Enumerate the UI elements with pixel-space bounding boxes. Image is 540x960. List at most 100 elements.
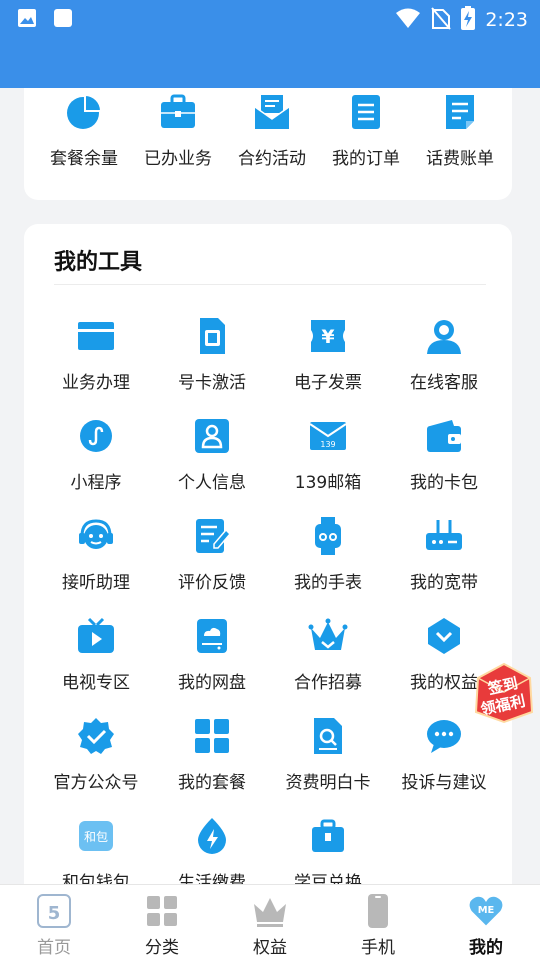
tool-online-service[interactable]: 在线客服 [386, 316, 502, 416]
search-doc-icon [308, 716, 348, 756]
tool-service-handling[interactable]: 业务办理 [38, 316, 154, 416]
tool-label: 电视专区 [62, 673, 130, 693]
shield-check-icon [424, 616, 464, 656]
svg-text:ME: ME [478, 905, 495, 916]
mini-program-icon [76, 416, 116, 456]
quick-access-card: 套餐余量 已办业务 合约活动 我的订单 话费账单 [24, 88, 512, 200]
tool-label: 生活缴费 [178, 873, 246, 884]
customer-service-icon [424, 316, 464, 356]
quick-item-phone-bill[interactable]: 话费账单 [414, 88, 506, 169]
tools-grid: 业务办理 号卡激活 ¥ 电子发票 在线客服 小程序 个人信息 139 139邮箱… [38, 316, 502, 884]
bottom-tab-bar: 5 首页 分类 权益 手机 ME 我的 [0, 884, 540, 960]
svg-text:¥: ¥ [321, 326, 334, 348]
tool-bean-exchange[interactable]: 学豆兑换 [270, 816, 386, 884]
call-assistant-icon [76, 516, 116, 556]
quick-item-label: 合约活动 [238, 149, 306, 169]
section-title: 我的工具 [54, 250, 143, 275]
tool-partner-recruit[interactable]: 合作招募 [270, 616, 386, 716]
status-bar: 2:23 [0, 0, 540, 88]
tool-life-payment[interactable]: 生活缴费 [154, 816, 270, 884]
tab-label: 首页 [37, 938, 71, 958]
quick-item-label: 套餐余量 [50, 149, 118, 169]
hebao-icon: 和包 [76, 816, 116, 856]
tool-label: 电子发票 [294, 373, 362, 393]
tab-label: 权益 [253, 938, 287, 958]
tool-label: 评价反馈 [178, 573, 246, 593]
home-5g-icon: 5 [36, 893, 72, 929]
sim-card-icon [192, 316, 232, 356]
tab-benefits[interactable]: 权益 [216, 885, 324, 960]
tab-phone[interactable]: 手机 [324, 885, 432, 960]
tab-home[interactable]: 5 首页 [0, 885, 108, 960]
me-heart-icon: ME [468, 893, 504, 929]
tool-139-mailbox[interactable]: 139 139邮箱 [270, 416, 386, 516]
tool-label: 139邮箱 [294, 473, 362, 493]
tool-personal-info[interactable]: 个人信息 [154, 416, 270, 516]
chat-bubble-icon [424, 716, 464, 756]
quick-item-contract-activity[interactable]: 合约活动 [226, 88, 318, 169]
quick-item-processed-business[interactable]: 已办业务 [132, 88, 224, 169]
tool-label: 和包钱包 [62, 873, 130, 884]
tool-label: 号卡激活 [178, 373, 246, 393]
tool-cloud-drive[interactable]: 我的网盘 [154, 616, 270, 716]
tool-card-wallet[interactable]: 我的卡包 [386, 416, 502, 516]
feedback-icon [192, 516, 232, 556]
tool-label: 我的手表 [294, 573, 362, 593]
tool-mini-program[interactable]: 小程序 [38, 416, 154, 516]
content-scroll-area[interactable]: 套餐余量 已办业务 合约活动 我的订单 话费账单 我的工具 业务办理 号卡激活 … [0, 88, 540, 884]
no-sim-icon [431, 6, 452, 34]
tool-label: 我的宽带 [410, 573, 478, 593]
briefcase-icon [158, 92, 198, 132]
tab-label: 手机 [361, 938, 395, 958]
tool-hebao-wallet[interactable]: 和包 和包钱包 [38, 816, 154, 884]
quick-item-my-orders[interactable]: 我的订单 [320, 88, 412, 169]
smartwatch-icon [308, 516, 348, 556]
tool-label: 合作招募 [294, 673, 362, 693]
tool-my-package[interactable]: 我的套餐 [154, 716, 270, 816]
tool-tariff-card[interactable]: 资费明白卡 [270, 716, 386, 816]
tool-label: 业务办理 [62, 373, 130, 393]
mail-open-icon [252, 92, 292, 132]
quick-item-package-balance[interactable]: 套餐余量 [38, 88, 130, 169]
my-tools-card: 我的工具 业务办理 号卡激活 ¥ 电子发票 在线客服 小程序 个人信息 139 … [24, 224, 512, 884]
tool-my-broadband[interactable]: 我的宽带 [386, 516, 502, 616]
tool-e-invoice[interactable]: ¥ 电子发票 [270, 316, 386, 416]
crown-tab-icon [252, 893, 288, 929]
mailbox-139-icon: 139 [308, 416, 348, 456]
tool-review-feedback[interactable]: 评价反馈 [154, 516, 270, 616]
tool-label: 个人信息 [178, 473, 246, 493]
tool-label: 我的网盘 [178, 673, 246, 693]
tab-label: 分类 [145, 938, 179, 958]
tool-complaints-suggestions[interactable]: 投诉与建议 [386, 716, 502, 816]
tool-tv-zone[interactable]: 电视专区 [38, 616, 154, 716]
router-icon [424, 516, 464, 556]
tab-mine[interactable]: ME 我的 [432, 885, 540, 960]
tool-call-assistant[interactable]: 接听助理 [38, 516, 154, 616]
tab-label: 我的 [469, 938, 503, 958]
wallet-icon [424, 416, 464, 456]
list-doc-icon [346, 92, 386, 132]
quick-item-label: 我的订单 [332, 149, 400, 169]
tool-label: 小程序 [70, 473, 122, 493]
category-icon [144, 893, 180, 929]
tab-category[interactable]: 分类 [108, 885, 216, 960]
checkin-reward-badge[interactable]: 签到 领福利 [468, 656, 540, 728]
tool-sim-activation[interactable]: 号卡激活 [154, 316, 270, 416]
profile-icon [192, 416, 232, 456]
image-icon [16, 7, 38, 33]
phone-icon [360, 893, 396, 929]
quick-item-label: 已办业务 [144, 149, 212, 169]
wifi-icon [395, 7, 421, 33]
svg-text:和包: 和包 [84, 830, 108, 844]
tool-official-account[interactable]: 官方公众号 [38, 716, 154, 816]
app-square-icon [52, 7, 74, 33]
verified-badge-icon [76, 716, 116, 756]
service-card-icon [76, 316, 116, 356]
clock-time: 2:23 [485, 9, 528, 31]
svg-text:139: 139 [320, 440, 335, 449]
lightning-icon [192, 816, 232, 856]
tool-label: 资费明白卡 [285, 773, 371, 793]
tool-label: 接听助理 [62, 573, 130, 593]
tv-icon [76, 616, 116, 656]
tool-my-watch[interactable]: 我的手表 [270, 516, 386, 616]
